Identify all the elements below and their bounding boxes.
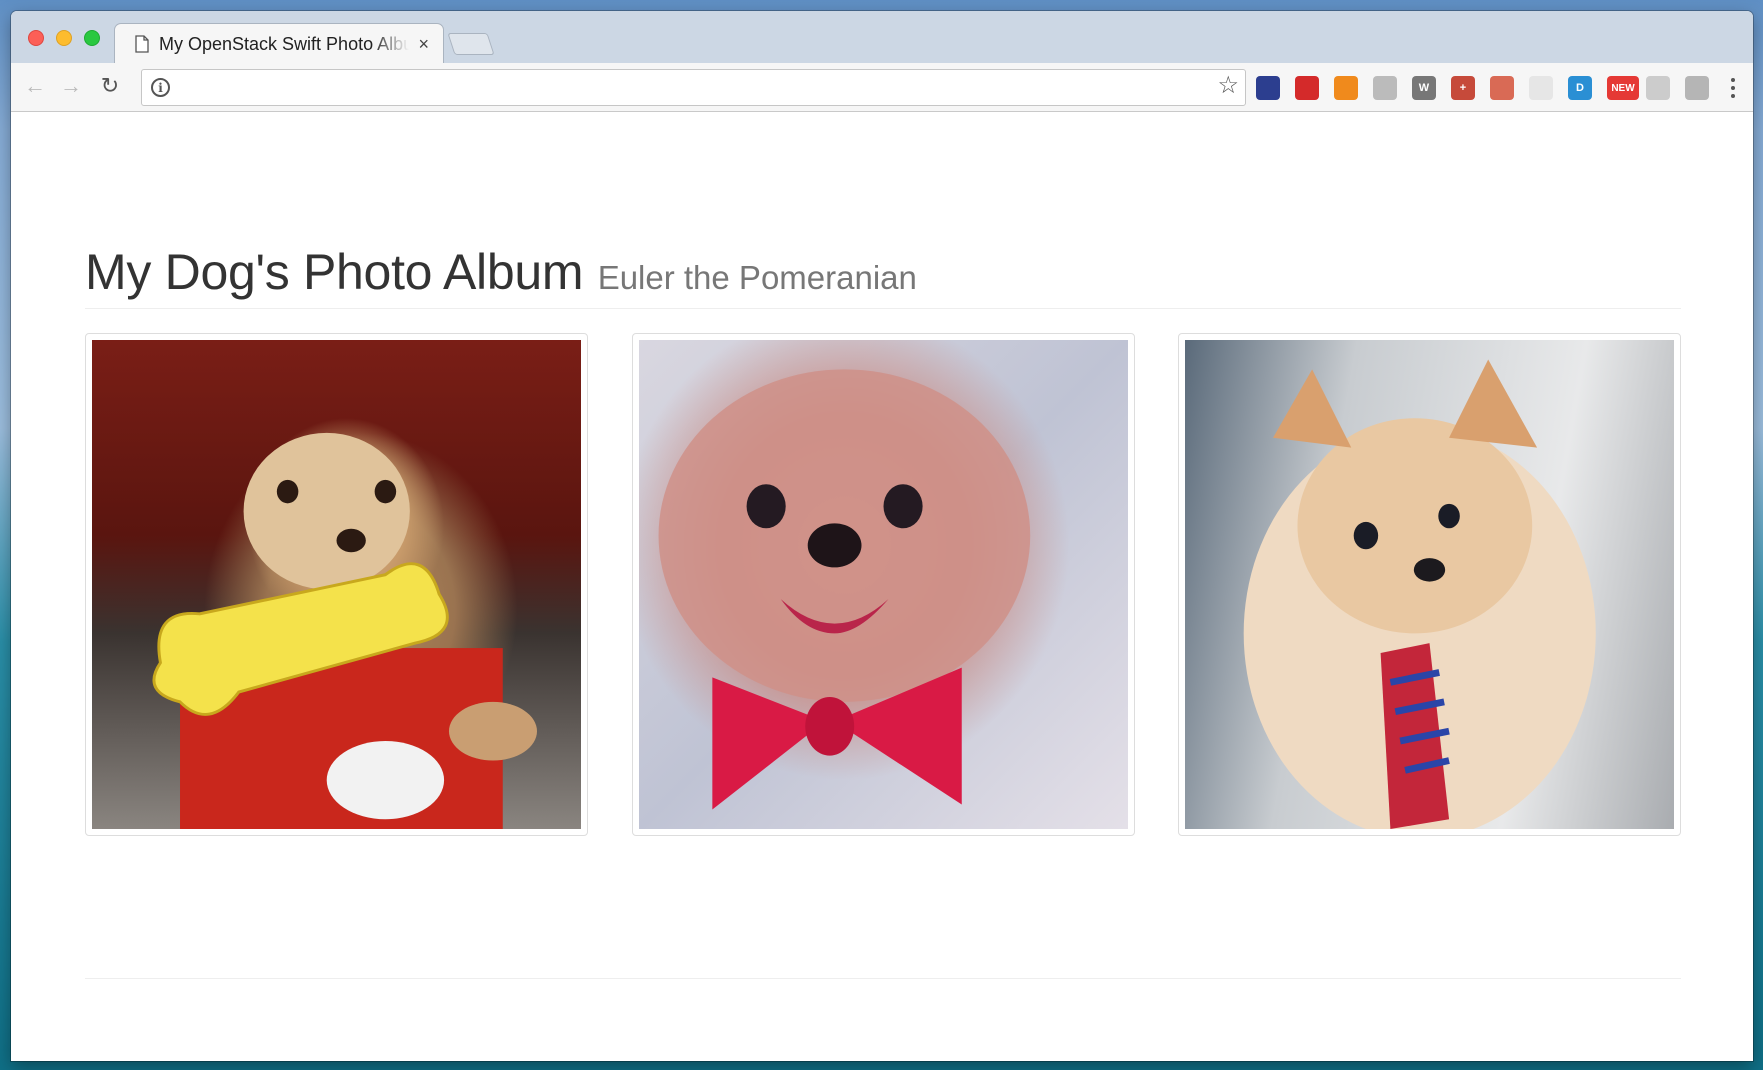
browser-menu-icon[interactable]	[1727, 75, 1739, 101]
dog-photo-necktie	[1185, 340, 1674, 829]
ext-shield-icon[interactable]: W	[1412, 76, 1436, 100]
browser-toolbar: ← → ↻ i ☆ W + D NEW	[11, 63, 1753, 112]
tab-strip: My OpenStack Swift Photo Album ×	[11, 11, 1753, 64]
new-tab-button[interactable]	[447, 33, 495, 55]
tab-title: My OpenStack Swift Photo Album	[159, 33, 409, 54]
forward-icon[interactable]: →	[57, 71, 85, 101]
footer-divider	[85, 978, 1681, 979]
ext-gear-icon[interactable]	[1646, 76, 1670, 100]
page-title: My Dog's Photo Album	[85, 244, 584, 300]
browser-window: My OpenStack Swift Photo Album × ← → ↻ i…	[11, 11, 1753, 1061]
page-content: My Dog's Photo Album Euler the Pomerania…	[11, 113, 1753, 1061]
window-close-button[interactable]	[28, 30, 44, 46]
ext-d-icon[interactable]: D	[1568, 76, 1592, 100]
window-maximize-button[interactable]	[84, 30, 100, 46]
ext-chart-icon[interactable]	[1334, 76, 1358, 100]
ext-1-icon[interactable]	[1256, 76, 1280, 100]
ext-magnifier-icon[interactable]	[1373, 76, 1397, 100]
ext-new-icon[interactable]: NEW	[1607, 76, 1639, 100]
thumbnail-3[interactable]	[1178, 333, 1681, 836]
reload-icon[interactable]: ↻	[96, 71, 124, 101]
thumbnail-1[interactable]	[85, 333, 588, 836]
address-bar[interactable]: i ☆	[141, 69, 1246, 106]
page-subtitle: Euler the Pomeranian	[597, 259, 917, 296]
ext-doc-icon[interactable]	[1529, 76, 1553, 100]
window-minimize-button[interactable]	[56, 30, 72, 46]
url-input[interactable]	[182, 76, 1182, 100]
browser-tab-active[interactable]: My OpenStack Swift Photo Album ×	[114, 23, 444, 64]
bookmark-star-icon[interactable]: ☆	[1217, 74, 1239, 98]
ext-drive-icon[interactable]	[1685, 76, 1709, 100]
tab-close-icon[interactable]: ×	[418, 34, 429, 54]
info-icon[interactable]: i	[151, 78, 170, 97]
page-header: My Dog's Photo Album Euler the Pomerania…	[85, 247, 1681, 309]
dog-photo-bone	[92, 340, 581, 829]
page-icon	[135, 35, 149, 53]
ext-stop-icon[interactable]	[1295, 76, 1319, 100]
back-icon[interactable]: ←	[21, 71, 49, 101]
thumbnail-2[interactable]	[632, 333, 1135, 836]
ext-cross-icon[interactable]: +	[1451, 76, 1475, 100]
ext-diamond-icon[interactable]	[1490, 76, 1514, 100]
dog-photo-bowtie	[639, 340, 1128, 829]
